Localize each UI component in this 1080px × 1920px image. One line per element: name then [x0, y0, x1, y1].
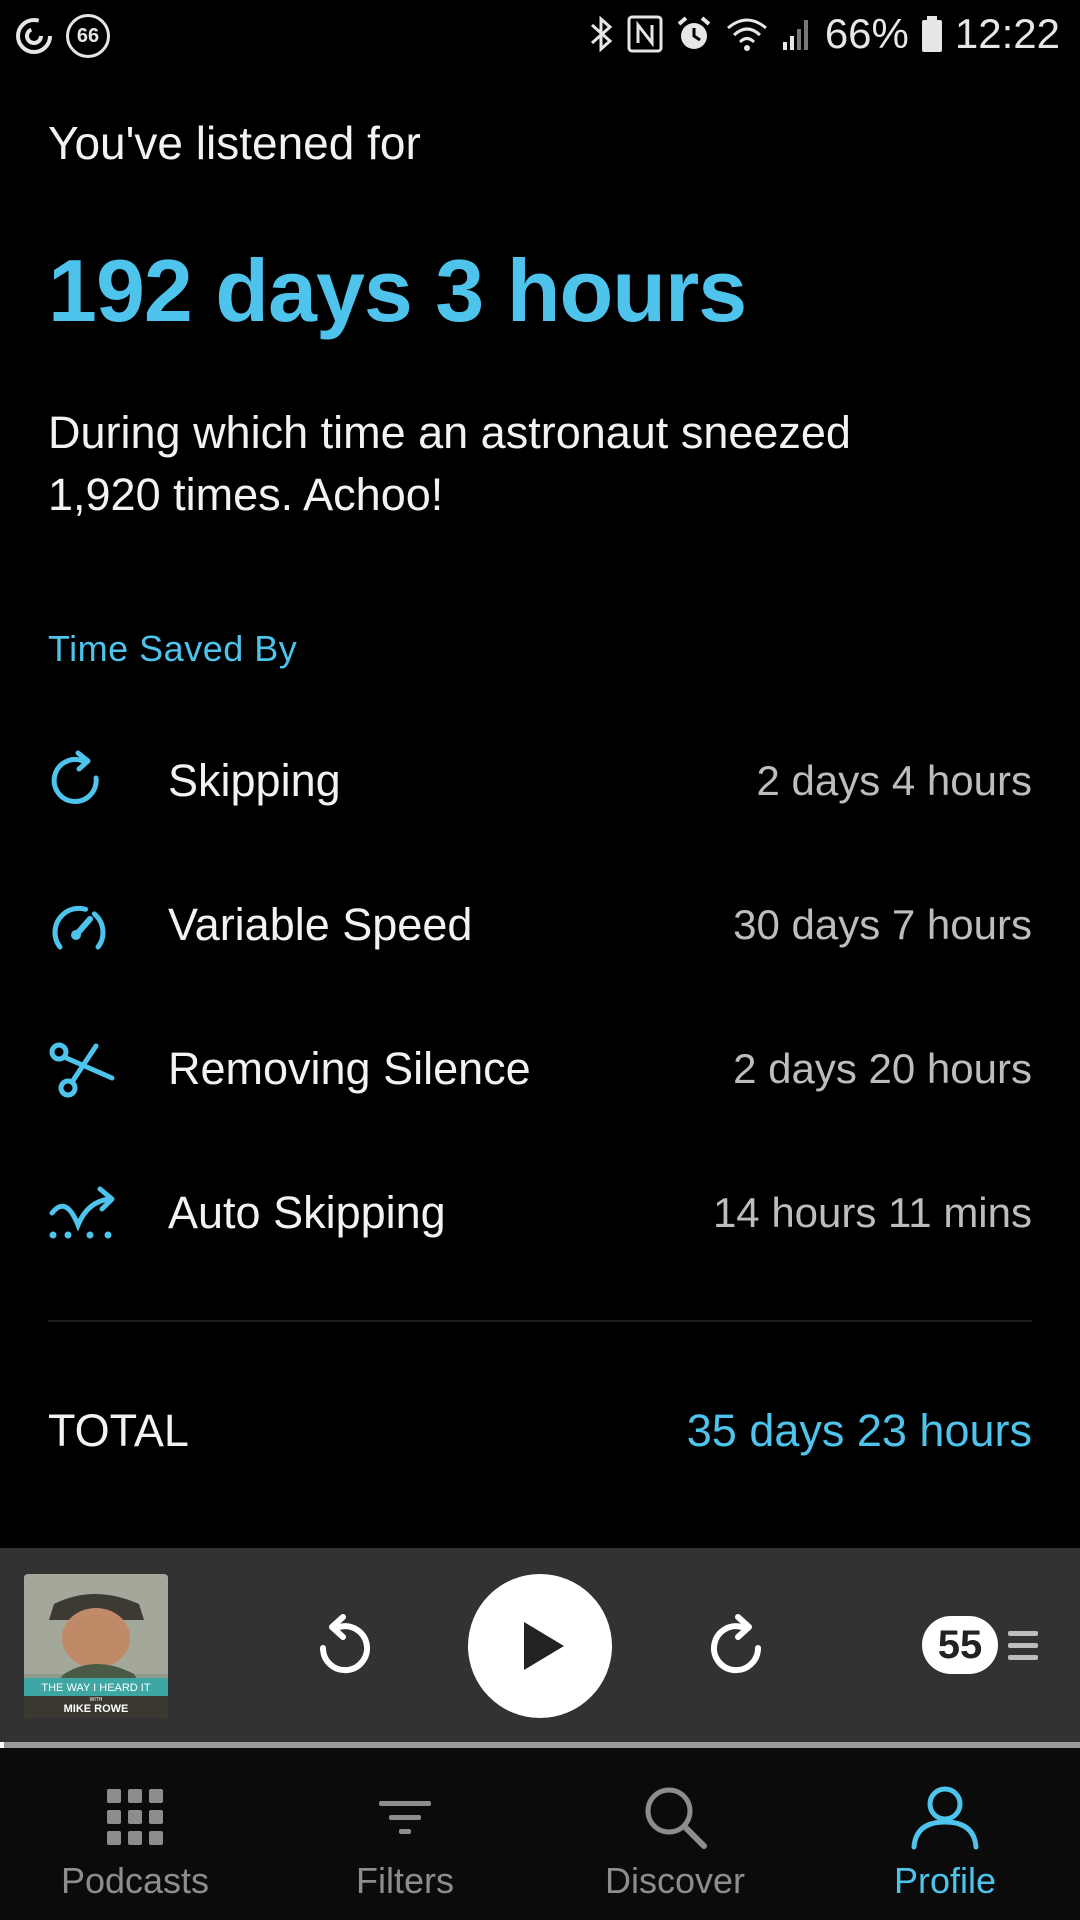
queue-icon: [1008, 1631, 1038, 1660]
tab-profile[interactable]: Profile: [810, 1748, 1080, 1920]
auto-skip-icon: [48, 1178, 118, 1248]
time-saved-row-skipping: Skipping 2 days 4 hours: [48, 736, 1032, 826]
up-next-button[interactable]: 55: [922, 1616, 1040, 1674]
play-icon: [524, 1622, 564, 1670]
artwork-author: MIKE ROWE: [64, 1703, 129, 1715]
clock: 12:22: [954, 10, 1060, 57]
scissors-icon: [48, 1034, 118, 1104]
time-saved-row-removing-silence: Removing Silence 2 days 20 hours: [48, 1024, 1032, 1114]
row-label: Auto Skipping: [168, 1187, 446, 1238]
search-icon: [642, 1782, 708, 1852]
artwork-title: THE WAY I HEARD IT: [41, 1682, 150, 1694]
row-value: 30 days 7 hours: [733, 901, 1032, 948]
battery-percent: 66%: [824, 10, 909, 57]
skip-back-icon: [319, 1614, 370, 1674]
row-value: 2 days 20 hours: [733, 1045, 1032, 1092]
time-saved-row-auto-skipping: Auto Skipping 14 hours 11 mins: [48, 1168, 1032, 1258]
fun-fact-text: During which time an astronaut sneezed 1…: [48, 407, 851, 520]
profile-icon: [910, 1782, 980, 1852]
play-button[interactable]: [468, 1574, 612, 1718]
up-next-count: 55: [922, 1616, 998, 1674]
wifi-icon: [726, 18, 767, 51]
grid-icon: [105, 1782, 165, 1852]
tab-label: Profile: [893, 1860, 997, 1901]
tab-label: Filters: [356, 1860, 454, 1901]
row-value: 14 hours 11 mins: [712, 1189, 1032, 1236]
status-bar-left: 66: [14, 14, 110, 58]
time-saved-heading: Time Saved By: [48, 628, 298, 669]
listened-total: 192 days 3 hours: [48, 241, 747, 340]
podcast-artwork[interactable]: THE WAY I HEARD IT WITH MIKE ROWE: [24, 1574, 168, 1718]
nfc-icon: [627, 15, 663, 53]
status-bar-right: 66% 12:22: [589, 10, 1060, 58]
row-label: Removing Silence: [168, 1043, 531, 1094]
time-saved-row-variable-speed: Variable Speed 30 days 7 hours: [48, 880, 1032, 970]
divider: [48, 1320, 1032, 1322]
speedometer-icon: [48, 890, 118, 960]
skip-forward-icon: [711, 1614, 762, 1674]
tab-podcasts[interactable]: Podcasts: [0, 1748, 270, 1920]
notification-badge: 66: [66, 14, 110, 58]
tab-filters[interactable]: Filters: [270, 1748, 540, 1920]
total-label: TOTAL: [48, 1405, 189, 1456]
status-bar: 66 66% 12:22: [0, 0, 1080, 72]
skip-forward-icon: [48, 746, 118, 816]
signal-icon: [782, 20, 808, 50]
tab-label: Podcasts: [60, 1860, 210, 1901]
pocket-casts-notification-icon: [16, 18, 52, 54]
skip-forward-button[interactable]: [700, 1608, 776, 1684]
row-value: 2 days 4 hours: [756, 757, 1032, 804]
skip-back-button[interactable]: [305, 1608, 381, 1684]
listened-label: You've listened for: [48, 117, 421, 169]
row-label: Variable Speed: [168, 899, 473, 950]
battery-icon: [921, 16, 942, 52]
filter-icon: [377, 1782, 433, 1852]
tab-label: Discover: [604, 1860, 746, 1901]
alarm-icon: [677, 16, 711, 49]
tab-discover[interactable]: Discover: [540, 1748, 810, 1920]
bluetooth-icon: [590, 15, 613, 53]
row-label: Skipping: [168, 755, 341, 806]
total-value: 35 days 23 hours: [686, 1405, 1032, 1456]
